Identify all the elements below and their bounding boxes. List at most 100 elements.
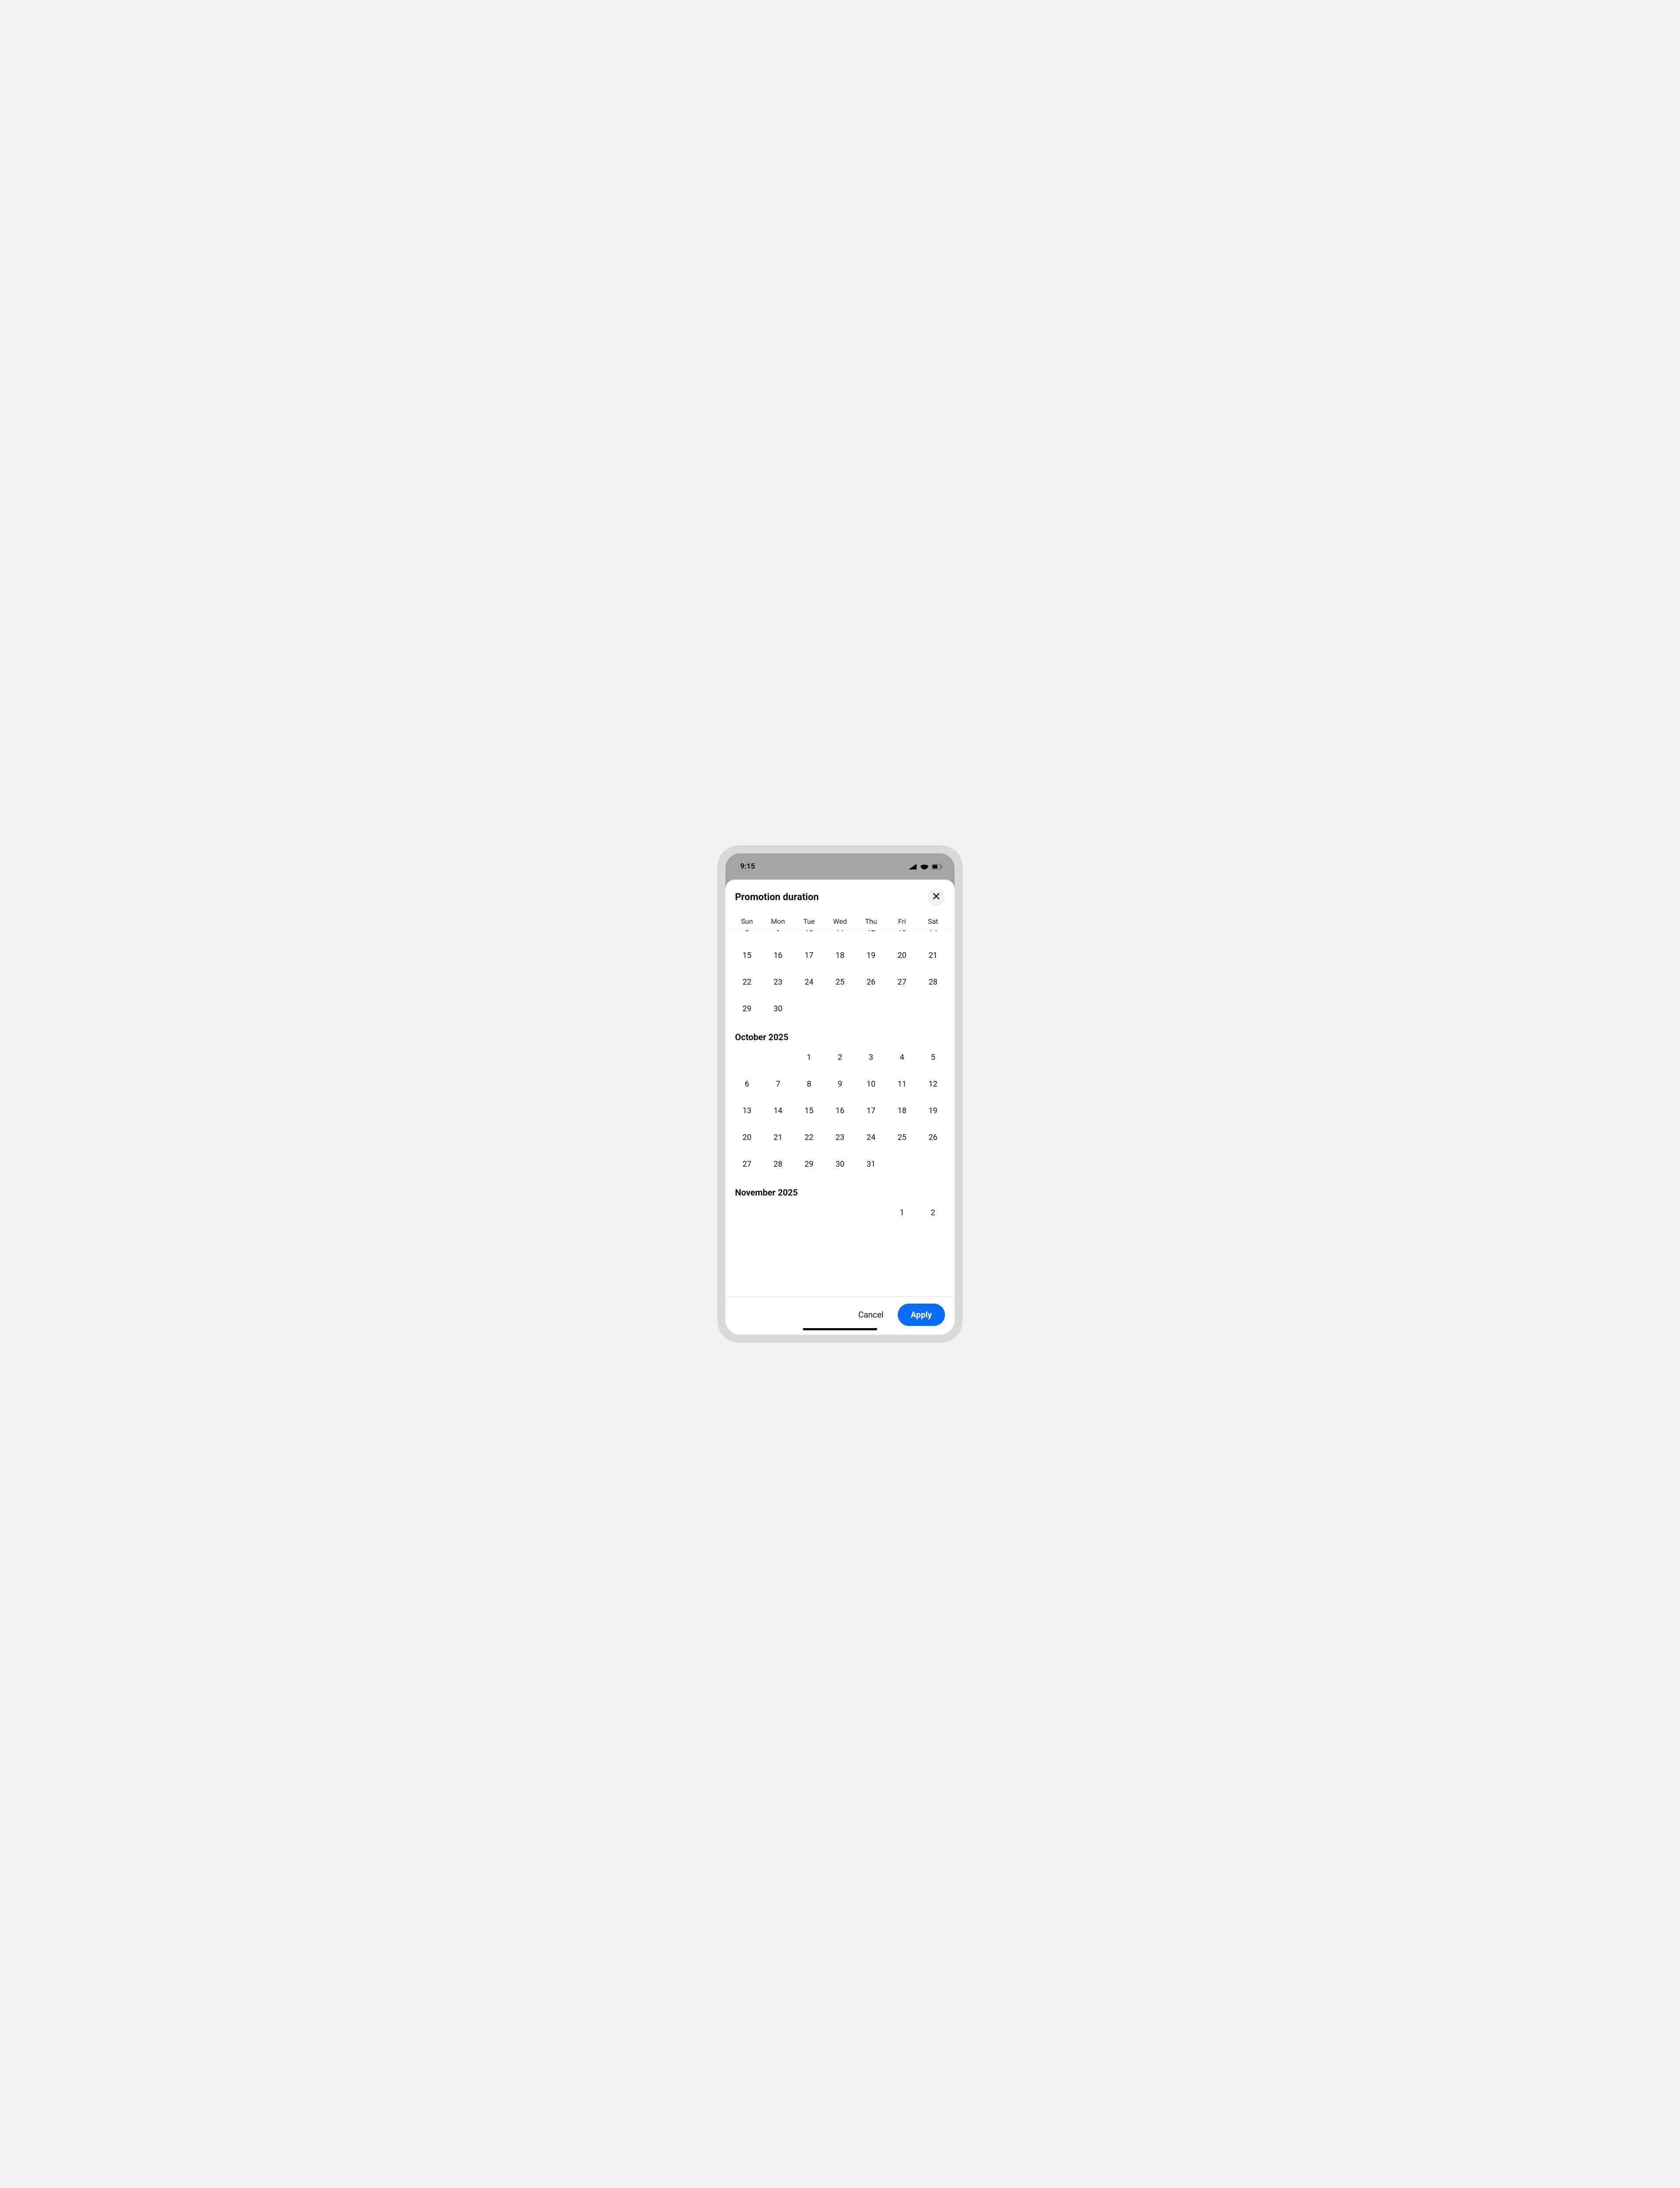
day[interactable]: 28 bbox=[763, 1157, 794, 1171]
day[interactable]: 21 bbox=[917, 948, 948, 963]
day[interactable]: 25 bbox=[825, 975, 856, 989]
wifi-icon bbox=[920, 863, 929, 870]
day[interactable]: 1 bbox=[794, 1050, 825, 1065]
day[interactable]: 29 bbox=[794, 1157, 825, 1171]
weekday-tue: Tue bbox=[794, 917, 825, 926]
weekday-sat: Sat bbox=[917, 917, 948, 926]
close-button[interactable] bbox=[928, 888, 945, 906]
day[interactable]: 12 bbox=[917, 1077, 948, 1091]
day[interactable]: 15 bbox=[794, 1104, 825, 1118]
day[interactable]: 18 bbox=[886, 1104, 917, 1118]
day-empty bbox=[825, 1002, 856, 1016]
day[interactable]: 19 bbox=[917, 1104, 948, 1118]
day-empty bbox=[917, 1002, 948, 1016]
day-empty bbox=[855, 1206, 886, 1220]
day[interactable]: 25 bbox=[886, 1130, 917, 1145]
day-empty bbox=[732, 1050, 763, 1065]
calendar-scroll[interactable]: 8 9 10 11 12 13 14 15 16 17 18 19 20 21 … bbox=[725, 930, 955, 1296]
day[interactable]: 20 bbox=[732, 1130, 763, 1145]
day[interactable]: 16 bbox=[825, 1104, 856, 1118]
day[interactable]: 2 bbox=[917, 1206, 948, 1220]
status-icons bbox=[908, 863, 942, 870]
day[interactable]: 9 bbox=[825, 1077, 856, 1091]
day-empty bbox=[763, 1050, 794, 1065]
status-time: 9:15 bbox=[740, 862, 755, 871]
day-empty bbox=[917, 1157, 948, 1171]
month-prev-grid: 8 9 10 11 12 13 14 15 16 17 18 19 20 21 … bbox=[725, 930, 955, 1016]
cellular-icon bbox=[908, 863, 917, 870]
weekday-fri: Fri bbox=[886, 917, 917, 926]
day-empty bbox=[886, 1002, 917, 1016]
day[interactable]: 18 bbox=[825, 948, 856, 963]
weekday-header: Sun Mon Tue Wed Thu Fri Sat bbox=[725, 911, 955, 930]
day-empty bbox=[794, 1206, 825, 1220]
day[interactable]: 11 bbox=[886, 1077, 917, 1091]
day[interactable]: 22 bbox=[794, 1130, 825, 1145]
day[interactable]: 4 bbox=[886, 1050, 917, 1065]
day[interactable]: 2 bbox=[825, 1050, 856, 1065]
day[interactable]: 29 bbox=[732, 1002, 763, 1016]
weekday-sun: Sun bbox=[732, 917, 763, 926]
sheet-header: Promotion duration bbox=[725, 880, 955, 911]
day-empty bbox=[763, 1206, 794, 1220]
day[interactable]: 24 bbox=[855, 1130, 886, 1145]
day[interactable]: 30 bbox=[825, 1157, 856, 1171]
day[interactable]: 13 bbox=[732, 1104, 763, 1118]
day[interactable]: 10 bbox=[794, 930, 825, 936]
apply-button[interactable]: Apply bbox=[898, 1304, 945, 1326]
bottom-sheet: Promotion duration Sun Mon Tue Wed Thu F… bbox=[725, 880, 955, 1335]
day[interactable]: 12 bbox=[855, 930, 886, 936]
day-empty bbox=[732, 1206, 763, 1220]
day[interactable]: 28 bbox=[917, 975, 948, 989]
day-empty bbox=[825, 1206, 856, 1220]
day[interactable]: 8 bbox=[732, 930, 763, 936]
day[interactable]: 14 bbox=[917, 930, 948, 936]
day-empty bbox=[886, 1157, 917, 1171]
day[interactable]: 17 bbox=[794, 948, 825, 963]
day[interactable]: 27 bbox=[886, 975, 917, 989]
home-indicator bbox=[803, 1328, 877, 1330]
day[interactable]: 3 bbox=[855, 1050, 886, 1065]
day[interactable]: 10 bbox=[855, 1077, 886, 1091]
day[interactable]: 22 bbox=[732, 975, 763, 989]
day[interactable]: 9 bbox=[763, 930, 794, 936]
day[interactable]: 8 bbox=[794, 1077, 825, 1091]
day[interactable]: 16 bbox=[763, 948, 794, 963]
close-icon bbox=[932, 892, 940, 902]
day[interactable]: 14 bbox=[763, 1104, 794, 1118]
day[interactable]: 1 bbox=[886, 1206, 917, 1220]
device-frame: 9:15 Promotion duration bbox=[718, 845, 962, 1343]
status-bar: 9:15 bbox=[725, 853, 955, 880]
day[interactable]: 13 bbox=[886, 930, 917, 936]
day[interactable]: 15 bbox=[732, 948, 763, 963]
day[interactable]: 31 bbox=[855, 1157, 886, 1171]
day[interactable]: 23 bbox=[825, 1130, 856, 1145]
day[interactable]: 20 bbox=[886, 948, 917, 963]
month-november-grid: 1 2 bbox=[725, 1206, 955, 1220]
month-october-grid: 1 2 3 4 5 6 7 8 9 10 11 12 13 14 15 16 bbox=[725, 1050, 955, 1171]
day[interactable]: 27 bbox=[732, 1157, 763, 1171]
month-label-october: October 2025 bbox=[725, 1016, 955, 1050]
battery-icon bbox=[932, 864, 942, 870]
day[interactable]: 5 bbox=[917, 1050, 948, 1065]
day[interactable]: 21 bbox=[763, 1130, 794, 1145]
day[interactable]: 6 bbox=[732, 1077, 763, 1091]
day[interactable]: 26 bbox=[855, 975, 886, 989]
device-screen: 9:15 Promotion duration bbox=[725, 853, 955, 1335]
day[interactable]: 7 bbox=[763, 1077, 794, 1091]
day[interactable]: 30 bbox=[763, 1002, 794, 1016]
day[interactable]: 17 bbox=[855, 1104, 886, 1118]
day[interactable]: 19 bbox=[855, 948, 886, 963]
cancel-button[interactable]: Cancel bbox=[852, 1305, 890, 1324]
day-empty bbox=[794, 1002, 825, 1016]
day[interactable]: 11 bbox=[825, 930, 856, 936]
weekday-wed: Wed bbox=[825, 917, 856, 926]
sheet-title: Promotion duration bbox=[735, 892, 819, 903]
day[interactable]: 23 bbox=[763, 975, 794, 989]
day[interactable]: 26 bbox=[917, 1130, 948, 1145]
weekday-mon: Mon bbox=[763, 917, 794, 926]
weekday-thu: Thu bbox=[855, 917, 886, 926]
day[interactable]: 24 bbox=[794, 975, 825, 989]
day-empty bbox=[855, 1002, 886, 1016]
month-label-november: November 2025 bbox=[725, 1171, 955, 1206]
